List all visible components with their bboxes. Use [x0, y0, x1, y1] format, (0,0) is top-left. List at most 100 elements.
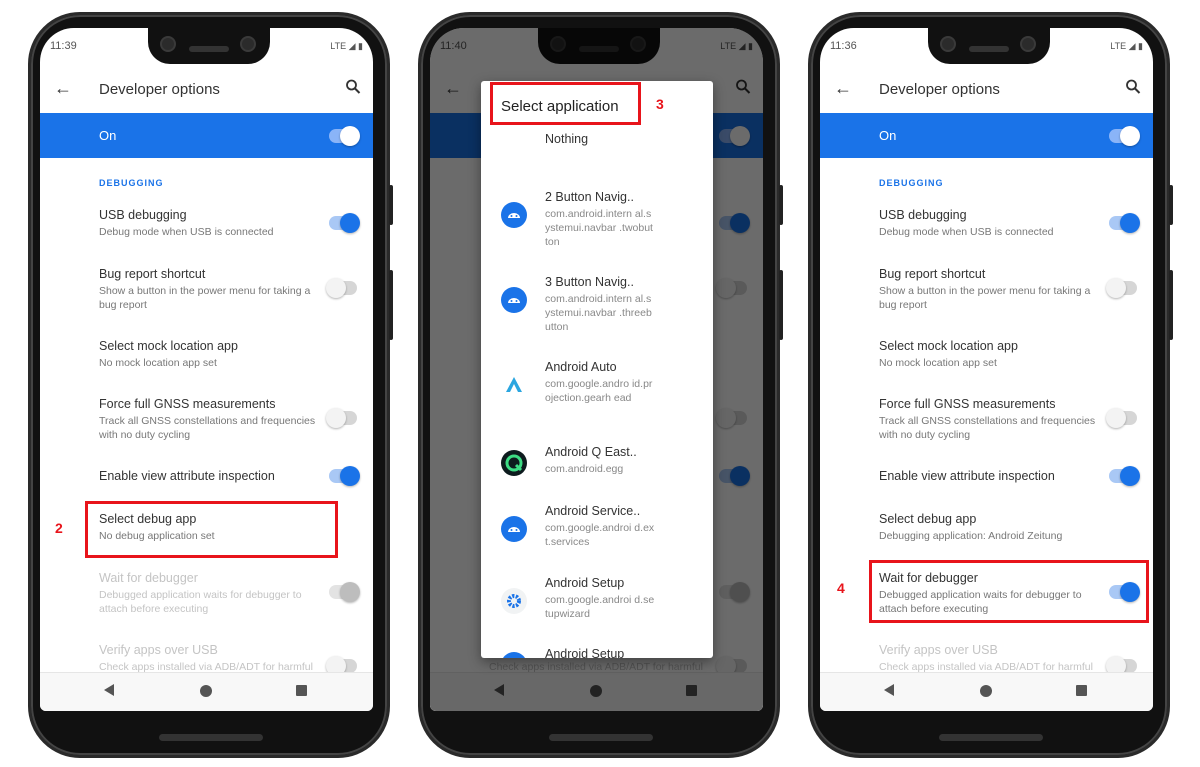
volume-button[interactable]	[1169, 270, 1173, 340]
app-option[interactable]: Android Setup	[481, 647, 713, 658]
android-robot-icon	[501, 202, 527, 228]
setting-toggle	[326, 656, 357, 676]
setting-toggle[interactable]	[326, 408, 357, 428]
front-camera-icon	[160, 36, 176, 52]
gear-icon	[501, 588, 527, 614]
setting-toggle	[329, 582, 360, 602]
select-application-dialog: Select application Nothing 2 Button Navig.…	[481, 81, 713, 658]
nav-recents-icon[interactable]	[1076, 685, 1087, 696]
setting-toggle[interactable]	[326, 278, 357, 298]
master-toggle[interactable]	[329, 126, 360, 146]
nav-home-icon[interactable]	[200, 685, 212, 697]
master-switch-label: On	[99, 128, 117, 143]
setting-summary: Track all GNSS constellations and freque…	[99, 415, 316, 441]
annotation-box-3	[490, 82, 641, 125]
status-network: LTE ◢ ▮	[1110, 41, 1143, 51]
setting-toggle[interactable]	[1109, 466, 1140, 486]
app-package: com.android.intern al.systemui.navbar .t…	[545, 208, 653, 248]
setting-toggle[interactable]	[329, 466, 360, 486]
toggle-thumb	[1120, 213, 1140, 233]
android-robot-icon	[501, 287, 527, 313]
app-option[interactable]: Android Auto com.google.andro id.projecti…	[481, 360, 713, 430]
setting-row[interactable]: USB debuggingDebug mode when USB is conn…	[879, 208, 1153, 258]
screen: 11:39 LTE ◢ ▮ ← Developer options On DEBUGGIN…	[40, 28, 373, 711]
page-title: Developer options	[879, 81, 1000, 98]
app-name: Android Service..	[545, 504, 641, 518]
nav-back-icon[interactable]	[104, 684, 114, 696]
app-option[interactable]: 2 Button Navig.. com.android.intern al.sy…	[481, 190, 713, 260]
volume-button[interactable]	[389, 270, 393, 340]
front-camera-icon	[240, 36, 256, 52]
nav-home-icon[interactable]	[980, 685, 992, 697]
app-option-nothing[interactable]: Nothing	[545, 132, 588, 146]
page-title: Developer options	[99, 81, 220, 98]
setting-title: Wait for debugger	[99, 571, 198, 585]
app-name: 3 Button Navig..	[545, 275, 634, 289]
annotation-label-4: 4	[837, 580, 845, 596]
toggle-thumb	[340, 213, 360, 233]
section-header-debugging: DEBUGGING	[99, 178, 164, 188]
setting-summary: Debugged application waits for debugger …	[99, 589, 302, 615]
setting-row[interactable]: USB debuggingDebug mode when USB is conn…	[99, 208, 373, 258]
master-switch-bar[interactable]: On	[820, 113, 1153, 158]
app-package: com.google.androi d.ext.services	[545, 522, 655, 548]
back-arrow-icon[interactable]: ←	[834, 78, 852, 99]
app-package: com.android.intern al.systemui.navbar .t…	[545, 293, 652, 333]
toggle-thumb	[326, 408, 346, 428]
setting-toggle[interactable]	[1109, 213, 1140, 233]
setting-row[interactable]: Select mock location app No mock location…	[99, 339, 373, 389]
back-arrow-icon[interactable]: ←	[54, 78, 72, 99]
power-button[interactable]	[779, 185, 783, 225]
app-text: Android Service.. com.google.androi d.ext…	[545, 504, 655, 549]
search-icon[interactable]	[345, 78, 361, 96]
app-name: Android Auto	[545, 360, 617, 374]
front-camera-icon	[940, 36, 956, 52]
annotation-box-4	[869, 560, 1149, 623]
status-time: 11:39	[50, 40, 77, 52]
bottom-speaker	[159, 734, 263, 741]
search-icon[interactable]	[1125, 78, 1141, 96]
earpiece-speaker	[969, 46, 1009, 52]
app-text: Android Setup com.google.androi d.setupwi…	[545, 576, 655, 621]
app-package: com.android.egg	[545, 463, 624, 475]
setting-toggle	[1106, 656, 1137, 676]
app-option[interactable]: 3 Button Navig.. com.android.intern al.sy…	[481, 275, 713, 345]
master-switch-label: On	[879, 128, 897, 143]
bottom-speaker	[549, 734, 653, 741]
setting-summary: Show a button in the power menu for taki…	[99, 285, 311, 311]
setting-toggle[interactable]	[1106, 278, 1137, 298]
app-package: com.google.andro id.projection.gearh ead	[545, 378, 653, 404]
setting-toggle[interactable]	[1106, 408, 1137, 428]
nav-recents-icon[interactable]	[296, 685, 307, 696]
toggle-thumb	[1106, 408, 1126, 428]
setting-summary: Track all GNSS constellations and freque…	[879, 415, 1096, 441]
app-text: Android Q East.. com.android.egg	[545, 445, 655, 476]
app-option[interactable]: Android Service.. com.google.androi d.ext…	[481, 504, 713, 574]
status-time: 11:36	[830, 40, 857, 52]
app-text: Android Auto com.google.andro id.projecti…	[545, 360, 655, 405]
navigation-bar	[40, 672, 373, 711]
power-button[interactable]	[1169, 185, 1173, 225]
nav-back-icon[interactable]	[884, 684, 894, 696]
master-switch-bar[interactable]: On	[40, 113, 373, 158]
setting-summary: Show a button in the power menu for taki…	[879, 285, 1091, 311]
app-option[interactable]: Android Setup com.google.androi d.setupwi…	[481, 576, 713, 646]
phone-3: 11:36 LTE ◢ ▮ ← Developer options On DEBUGGIN…	[808, 12, 1173, 758]
setting-summary: No mock location app set	[879, 357, 997, 369]
setting-row[interactable]: Select debug app Debugging application: A…	[879, 512, 1153, 562]
android-robot-icon	[501, 652, 527, 658]
app-text: 3 Button Navig.. com.android.intern al.sy…	[545, 275, 655, 334]
master-toggle[interactable]	[1109, 126, 1140, 146]
setting-row[interactable]: Select mock location app No mock location…	[879, 339, 1153, 389]
status-network: LTE ◢ ▮	[330, 41, 363, 51]
toggle-thumb	[1106, 278, 1126, 298]
screen: 11:40LTE ◢ ▮←Developer optionsOnDEBUGGIN…	[430, 28, 763, 711]
notch	[928, 28, 1050, 64]
setting-toggle[interactable]	[329, 213, 360, 233]
annotation-label-3: 3	[656, 96, 664, 112]
setting-title: Verify apps over USB	[879, 643, 998, 657]
power-button[interactable]	[389, 185, 393, 225]
toggle-thumb	[1120, 126, 1140, 146]
volume-button[interactable]	[779, 270, 783, 340]
setting-summary: Debug mode when USB is connected	[99, 226, 274, 238]
